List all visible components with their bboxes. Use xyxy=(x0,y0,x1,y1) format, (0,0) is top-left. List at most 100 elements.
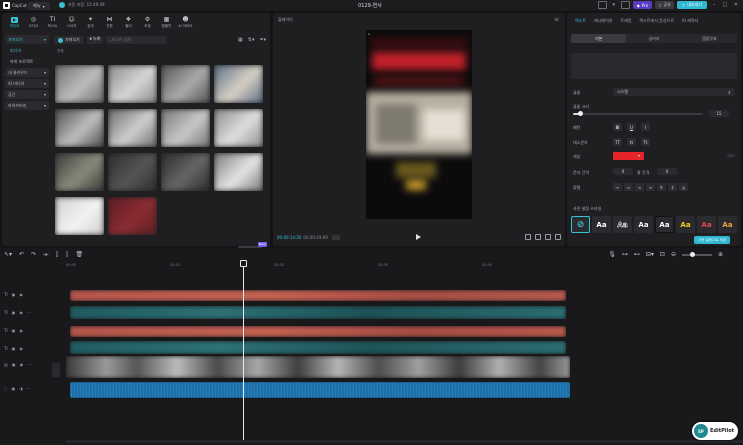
more-icon[interactable]: ⋯ xyxy=(27,386,31,391)
video-clip-track[interactable] xyxy=(66,356,570,378)
link-icon[interactable]: ⊷ xyxy=(634,251,640,258)
lock-icon[interactable]: ▣ xyxy=(12,328,16,333)
save-preset-button[interactable]: 사전 설정으로 저장 xyxy=(694,236,730,244)
media-thumbnail[interactable] xyxy=(55,65,104,103)
microphone-icon[interactable]: 🎙 xyxy=(608,251,616,258)
tab-2[interactable]: 트래킹 xyxy=(616,17,635,25)
quality-icon[interactable] xyxy=(535,234,541,240)
subtab-2[interactable]: 템플릿표 xyxy=(682,34,737,43)
layout-icon[interactable] xyxy=(597,1,607,9)
text-clip-track-3[interactable] xyxy=(70,326,566,337)
ratio-icon[interactable] xyxy=(545,234,551,240)
media-thumbnail[interactable] xyxy=(108,65,157,103)
import-button[interactable]: 가져오기 xyxy=(54,36,84,44)
align-center-icon[interactable]: ≡ xyxy=(624,183,633,191)
titlecase-button[interactable]: Tt xyxy=(641,138,650,146)
keyframe-icon[interactable]: ‹◇› xyxy=(727,153,735,159)
speaker-icon[interactable]: ◑ xyxy=(19,386,23,391)
toolbar-item-1[interactable]: ◎ 오디오 xyxy=(24,13,43,33)
magnet-icon[interactable]: ⊶ xyxy=(622,251,628,258)
media-thumbnail[interactable] xyxy=(214,65,263,103)
text-style-preset[interactable]: Aa xyxy=(634,216,653,233)
media-thumbnail[interactable] xyxy=(55,109,104,147)
timecode-mode-icon[interactable] xyxy=(331,234,340,240)
media-thumbnail[interactable] xyxy=(55,197,104,235)
lock-icon[interactable]: ▣ xyxy=(12,362,16,367)
main-track-cover[interactable] xyxy=(52,363,60,377)
more-icon[interactable]: ⋯ xyxy=(27,362,31,367)
play-icon[interactable] xyxy=(416,234,421,240)
media-thumbnail[interactable] xyxy=(161,65,210,103)
record-button[interactable]: ⏺ 녹화 xyxy=(86,36,104,44)
sidebar-item-5[interactable]: 공간 ▾ xyxy=(5,90,49,99)
redo-icon[interactable]: ↷ xyxy=(31,251,36,258)
media-thumbnail[interactable] xyxy=(108,153,157,191)
text-clip-track-1[interactable] xyxy=(70,290,566,301)
sidebar-item-4[interactable]: AI 미디어 ▾ xyxy=(5,79,49,88)
undo-icon[interactable]: ↶ xyxy=(19,251,24,258)
zoom-out-icon[interactable]: ⊖ xyxy=(671,251,676,258)
align-right-icon[interactable]: ≡ xyxy=(635,183,644,191)
no-style-preset[interactable]: ⊘ xyxy=(571,216,590,233)
toolbar-item-8[interactable]: ▦ 템플릿 xyxy=(157,13,176,33)
media-thumbnail[interactable] xyxy=(214,153,263,191)
subtab-0[interactable]: 기본 xyxy=(571,34,627,43)
align-left-icon[interactable]: ≡ xyxy=(613,183,622,191)
split-right-icon[interactable]: ⟧ xyxy=(66,251,69,258)
eye-icon[interactable]: ◉ xyxy=(19,310,23,315)
underline-button[interactable]: U xyxy=(627,123,636,131)
vertical-middle-icon[interactable]: ⫼ xyxy=(668,183,677,191)
menu-lines-icon[interactable]: ≡ xyxy=(554,16,559,23)
text-style-preset[interactable]: Aa xyxy=(697,216,716,233)
line-spacing-input[interactable]: 0 xyxy=(657,168,677,175)
export-button[interactable]: ⇧ 내보내기 xyxy=(676,1,707,9)
tab-1[interactable]: 애니메이션 xyxy=(590,17,616,25)
subtab-1[interactable]: 글머리 xyxy=(626,34,681,43)
grid-view-icon[interactable]: ▦ xyxy=(238,37,243,43)
delete-icon[interactable]: 🗑 xyxy=(76,251,84,258)
sidebar-item-0[interactable]: 가져오기 ▾ xyxy=(5,35,49,44)
media-thumbnail[interactable] xyxy=(214,109,263,147)
captions-icon[interactable]: ⊡ xyxy=(660,251,665,258)
lowercase-button[interactable]: tt xyxy=(627,138,636,146)
lock-icon[interactable]: ▣ xyxy=(12,292,16,297)
fullscreen-icon[interactable] xyxy=(555,234,561,240)
split-left-icon[interactable]: ⟦ xyxy=(56,251,59,258)
pro-button[interactable]: ◆ Pro xyxy=(632,1,653,9)
toolbar-item-2[interactable]: TI 텍스트 xyxy=(43,13,62,33)
toolbar-item-7[interactable]: ⚙ 조정 xyxy=(138,13,157,33)
text-clip-track-4[interactable] xyxy=(70,341,566,354)
sidebar-item-1[interactable]: 미디어 xyxy=(5,46,49,55)
text-style-preset[interactable]: Aa xyxy=(718,216,737,233)
text-style-preset[interactable]: Aa xyxy=(613,216,632,233)
playhead[interactable] xyxy=(243,260,244,440)
toolbar-item-5[interactable]: ⋈ 전환 xyxy=(100,13,119,33)
keyboard-icon[interactable] xyxy=(620,1,630,9)
audio-clip-track[interactable] xyxy=(70,382,570,398)
share-button[interactable]: ⇪ 공유 xyxy=(655,1,674,9)
tab-4[interactable]: AI 캐릭터 xyxy=(678,17,702,25)
maximize-icon[interactable]: □ xyxy=(721,2,729,8)
eye-icon[interactable]: ◉ xyxy=(20,362,24,367)
uppercase-button[interactable]: TT xyxy=(613,138,622,146)
font-select[interactable]: 시스템 ⇕ xyxy=(613,88,735,96)
chevron-down-icon[interactable]: ▾ xyxy=(610,2,618,8)
text-style-preset[interactable]: Aa xyxy=(592,216,611,233)
split-icon[interactable]: ⟛ xyxy=(43,251,48,259)
toolbar-item-3[interactable]: ☺ 스티커 xyxy=(62,13,81,33)
preview-canvas[interactable]: ▪ xyxy=(366,30,472,219)
font-size-input[interactable]: 15 xyxy=(709,110,729,117)
crop-icon[interactable] xyxy=(525,234,531,240)
sidebar-item-2[interactable]: 하위 프로젝트 xyxy=(5,57,49,66)
text-content-input[interactable] xyxy=(571,53,737,79)
sort-icon[interactable]: ⇅▾ xyxy=(248,37,255,43)
text-style-preset[interactable]: Aa xyxy=(676,216,695,233)
media-thumbnail[interactable] xyxy=(55,153,104,191)
eye-icon[interactable]: ◉ xyxy=(19,292,23,297)
align-justify-icon[interactable]: ≡ xyxy=(646,183,655,191)
playhead-handle[interactable] xyxy=(240,260,247,267)
media-thumbnail[interactable] xyxy=(161,153,210,191)
bold-button[interactable]: B xyxy=(613,123,622,131)
toolbar-item-9[interactable]: ☻ AI 아바타 xyxy=(176,13,195,33)
timeline-ruler[interactable]: 00:00 00:10 00:20 00:30 00:40 xyxy=(66,262,743,270)
